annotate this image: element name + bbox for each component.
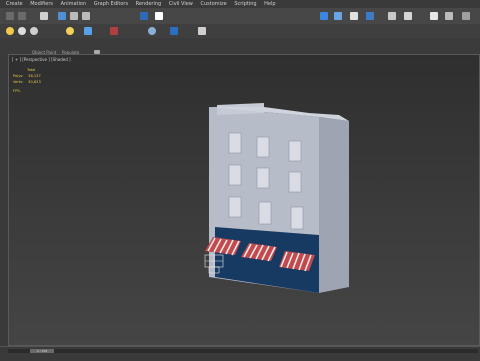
align-icon[interactable] <box>334 12 342 20</box>
grid-icon[interactable] <box>148 27 156 35</box>
teapot-active-icon[interactable] <box>445 12 453 20</box>
window <box>256 167 270 189</box>
building-side <box>319 117 349 293</box>
status-bar: 0 / 100 <box>0 346 480 361</box>
menu-bar: Create Modifiers Animation Graph Editors… <box>0 0 480 8</box>
render-icon[interactable] <box>155 12 163 20</box>
menu-animation[interactable]: Animation <box>61 0 87 8</box>
menu-modifiers[interactable]: Modifiers <box>30 0 53 8</box>
window <box>288 140 302 162</box>
building-model[interactable] <box>9 55 480 346</box>
menu-civil-view[interactable]: Civil View <box>169 0 193 8</box>
environment-icon[interactable] <box>462 12 470 20</box>
teapot-icon[interactable] <box>430 12 438 20</box>
settings-icon[interactable] <box>198 27 206 35</box>
menu-scripting[interactable]: Scripting <box>234 0 256 8</box>
material-icon[interactable] <box>366 12 374 20</box>
timeline-thumb[interactable]: 0 / 100 <box>30 349 54 353</box>
menu-graph-editors[interactable]: Graph Editors <box>94 0 128 8</box>
menu-customize[interactable]: Customize <box>200 0 226 8</box>
window <box>228 196 242 218</box>
layer-icon[interactable] <box>350 12 358 20</box>
snap-icon[interactable] <box>140 12 148 20</box>
camera-icon[interactable] <box>84 27 92 35</box>
secondary-toolbar <box>0 24 480 39</box>
light-icon[interactable] <box>6 27 14 35</box>
window <box>288 171 302 193</box>
sphere-icon[interactable] <box>18 27 26 35</box>
window <box>228 164 242 186</box>
shade-icon[interactable] <box>170 27 178 35</box>
tools-icon[interactable] <box>110 27 118 35</box>
redo-icon[interactable] <box>18 12 26 20</box>
perspective-viewport[interactable]: [ + ] [Perspective ] [Shaded ] Total Pol… <box>8 54 480 346</box>
render-setup-icon[interactable] <box>388 12 396 20</box>
main-toolbar <box>0 8 480 25</box>
render-frame-icon[interactable] <box>404 12 412 20</box>
menu-create[interactable]: Create <box>6 0 23 8</box>
move-icon[interactable] <box>58 12 66 20</box>
window-grid <box>228 132 304 230</box>
timeline-slider[interactable]: 0 / 100 <box>8 349 478 353</box>
mirror-icon[interactable] <box>320 12 328 20</box>
window <box>228 132 242 154</box>
left-strip <box>0 54 8 346</box>
rotate-icon[interactable] <box>70 12 78 20</box>
window <box>290 206 304 230</box>
sun-icon[interactable] <box>66 27 74 35</box>
window <box>256 136 270 158</box>
undo-icon[interactable] <box>6 12 14 20</box>
select-icon[interactable] <box>40 12 48 20</box>
menu-rendering[interactable]: Rendering <box>136 0 162 8</box>
menu-help[interactable]: Help <box>264 0 275 8</box>
eye-icon[interactable] <box>30 27 38 35</box>
scale-icon[interactable] <box>82 12 90 20</box>
window <box>258 201 272 225</box>
